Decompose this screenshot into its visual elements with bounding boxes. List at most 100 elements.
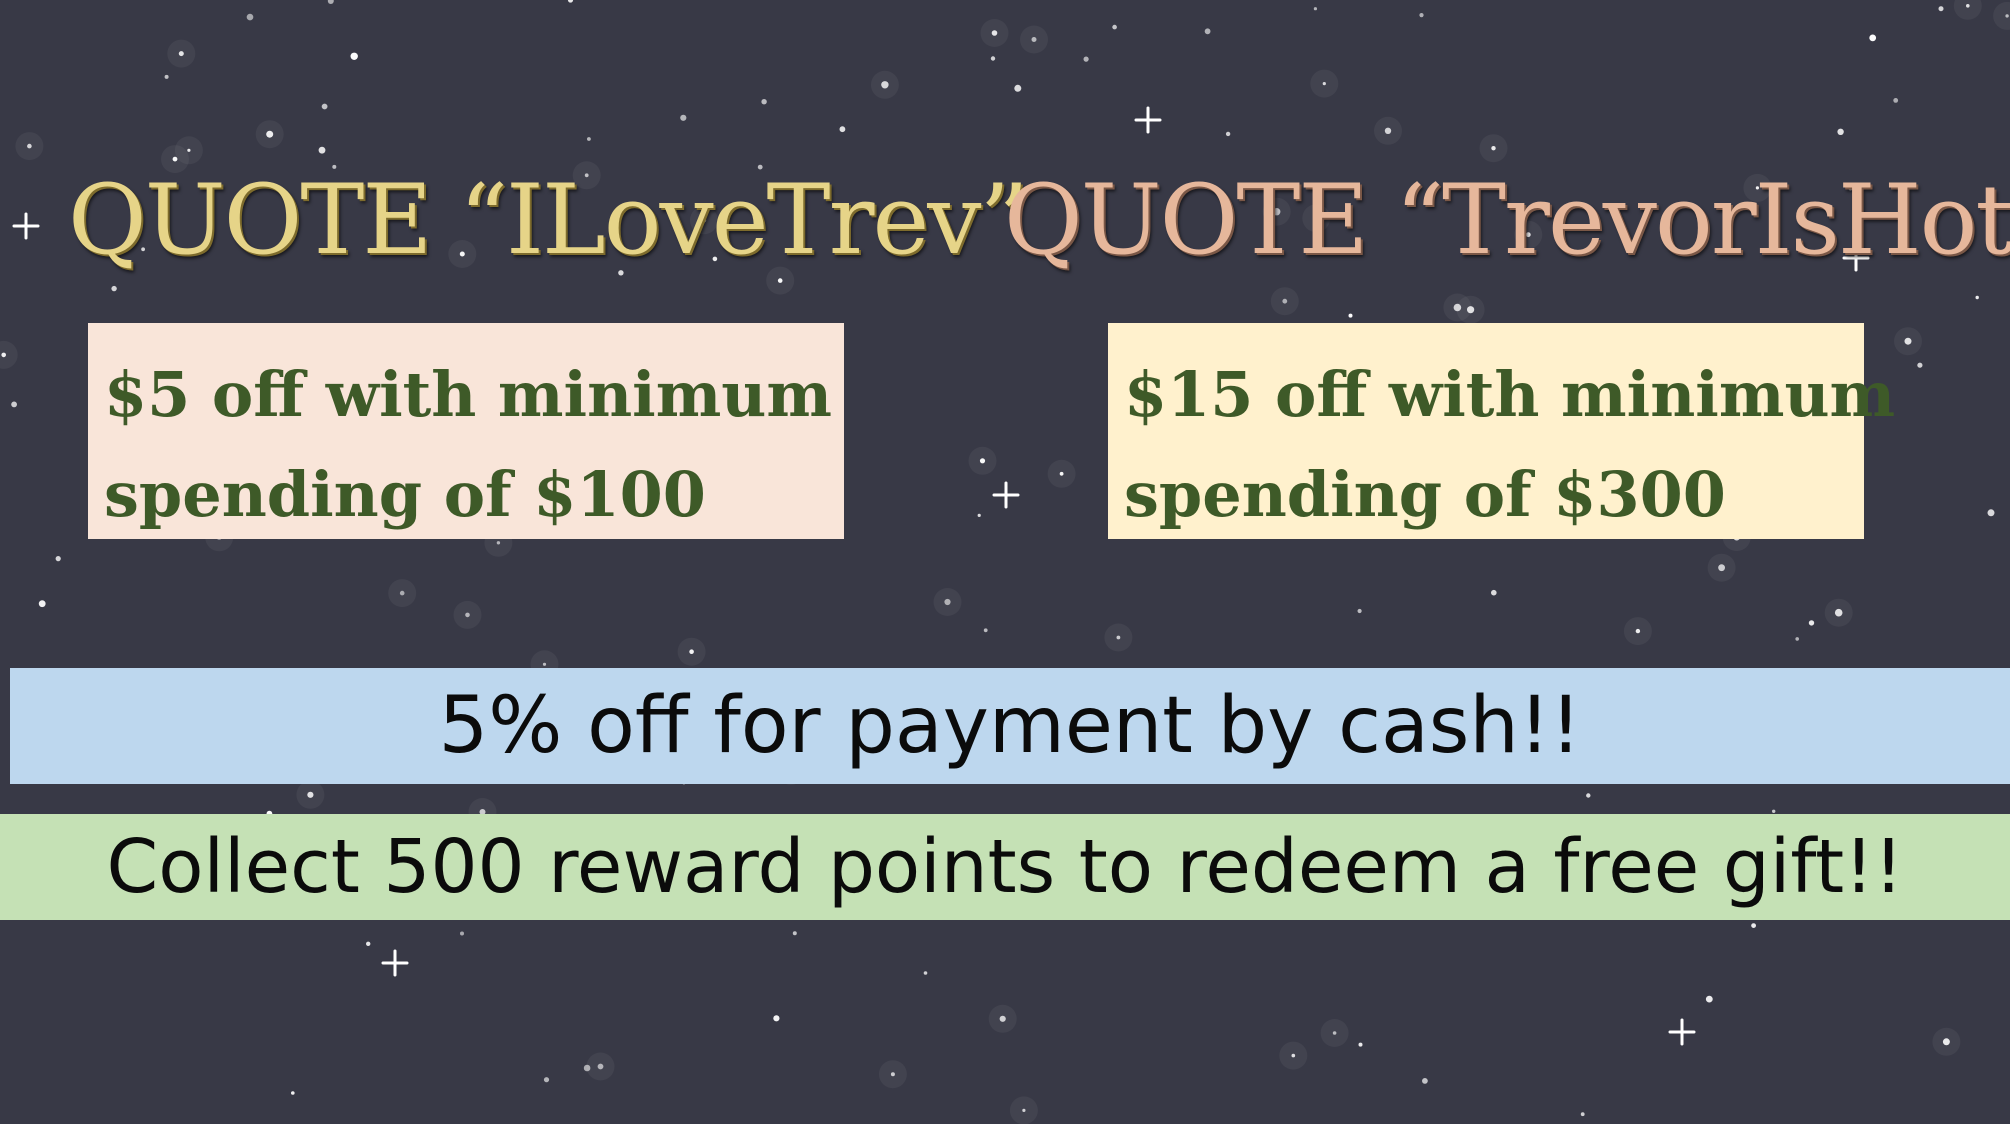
star-dot	[1705, 995, 1713, 1003]
star-halo	[1104, 623, 1133, 652]
star-dot	[1808, 620, 1815, 626]
star-halo	[15, 132, 44, 161]
star-dot	[111, 285, 117, 292]
star-dot	[321, 103, 328, 110]
star-dot	[38, 600, 46, 608]
star-dot	[1586, 793, 1591, 798]
star-halo	[453, 600, 482, 629]
offer-box-1: $5 off with minimum spending of $100	[88, 323, 844, 539]
star-halo	[1310, 69, 1339, 98]
star-halo	[1020, 25, 1048, 54]
star-dot	[246, 13, 254, 21]
star-halo	[1707, 553, 1736, 582]
star-halo	[1009, 1096, 1038, 1124]
star-dot	[761, 99, 767, 105]
star-dot	[1112, 24, 1117, 30]
star-dot	[977, 513, 981, 518]
star-dot	[11, 401, 17, 408]
star-halo	[1953, 0, 1982, 20]
star-halo	[1623, 617, 1652, 646]
star-halo	[933, 588, 962, 616]
star-dot	[1772, 809, 1776, 813]
star-sparkle	[992, 481, 1020, 509]
star-dot	[1422, 1078, 1428, 1084]
star-dot	[543, 1077, 550, 1083]
star-dot	[1795, 637, 1799, 641]
star-dot	[1204, 28, 1211, 35]
star-halo	[968, 446, 997, 475]
star-halo	[870, 70, 899, 99]
star-halo	[0, 340, 18, 369]
star-dot	[1491, 589, 1497, 596]
star-halo	[1443, 293, 1472, 322]
star-dot	[1987, 509, 1995, 517]
star-halo	[1894, 327, 1922, 356]
offer-box-2: $15 off with minimum spending of $300	[1108, 323, 1896, 539]
star-halo	[1270, 287, 1299, 316]
star-dot	[1357, 608, 1362, 614]
star-halo	[1932, 1027, 1961, 1056]
star-halo	[1993, 1, 2010, 30]
star-dot	[1348, 313, 1353, 318]
star-dot	[1313, 7, 1317, 11]
star-dot	[583, 1064, 591, 1072]
reward-points-banner: Collect 500 reward points to redeem a fr…	[0, 814, 2010, 920]
star-dot	[923, 971, 928, 975]
star-halo	[980, 19, 1009, 47]
star-dot	[567, 0, 574, 3]
star-dot	[164, 74, 169, 79]
star-dot	[1938, 6, 1944, 12]
offer-text-line: $15 off with minimum	[1124, 358, 1896, 431]
star-dot	[1014, 84, 1022, 92]
star-halo	[388, 579, 417, 608]
promo-poster: QUOTE “ILoveTrev” QUOTE “TrevorIsHot” $5…	[0, 0, 2010, 1124]
star-dot	[1917, 362, 1923, 368]
star-dot	[1975, 295, 1979, 300]
star-sparkle	[12, 212, 40, 240]
star-dot	[1225, 131, 1231, 137]
star-halo	[1824, 598, 1853, 627]
star-dot	[983, 628, 988, 633]
star-dot	[1419, 13, 1424, 18]
star-dot	[350, 52, 358, 60]
star-dot	[587, 137, 591, 141]
star-sparkle	[381, 949, 409, 977]
star-dot	[1358, 1042, 1363, 1047]
offer-text-line: spending of $300	[1124, 458, 1726, 531]
star-halo	[1320, 1019, 1349, 1047]
star-dot	[291, 1091, 295, 1095]
star-dot	[773, 1015, 780, 1022]
star-dot	[1869, 34, 1877, 42]
star-dot	[1580, 1112, 1585, 1117]
star-sparkle	[1134, 106, 1162, 134]
star-halo	[677, 637, 706, 666]
cash-discount-banner: 5% off for payment by cash!!	[10, 668, 2010, 784]
star-dot	[1837, 128, 1844, 135]
star-sparkle	[1668, 1018, 1696, 1046]
star-halo	[167, 39, 196, 68]
star-dot	[318, 146, 326, 154]
star-dot	[366, 941, 371, 946]
star-dot	[1083, 56, 1089, 62]
star-dot	[792, 931, 797, 936]
star-halo	[878, 1060, 907, 1089]
star-dot	[990, 56, 996, 61]
star-dot	[55, 556, 61, 562]
star-halo	[296, 780, 325, 809]
star-dot	[1893, 98, 1899, 103]
star-dot	[680, 114, 687, 121]
star-halo	[1374, 116, 1402, 145]
promo-code-title-2: QUOTE “TrevorIsHot”	[1004, 164, 2010, 276]
star-halo	[586, 1052, 615, 1081]
star-halo	[1047, 459, 1076, 488]
star-halo	[255, 120, 284, 149]
star-dot	[1751, 923, 1756, 928]
offer-text-line: spending of $100	[104, 458, 706, 531]
star-dot	[839, 126, 846, 133]
star-halo	[988, 1004, 1017, 1033]
offer-text-line: $5 off with minimum	[104, 358, 832, 431]
star-halo	[1479, 134, 1508, 163]
star-dot	[327, 0, 334, 4]
promo-code-title-1: QUOTE “ILoveTrev”	[68, 164, 1029, 276]
star-dot	[460, 931, 464, 936]
